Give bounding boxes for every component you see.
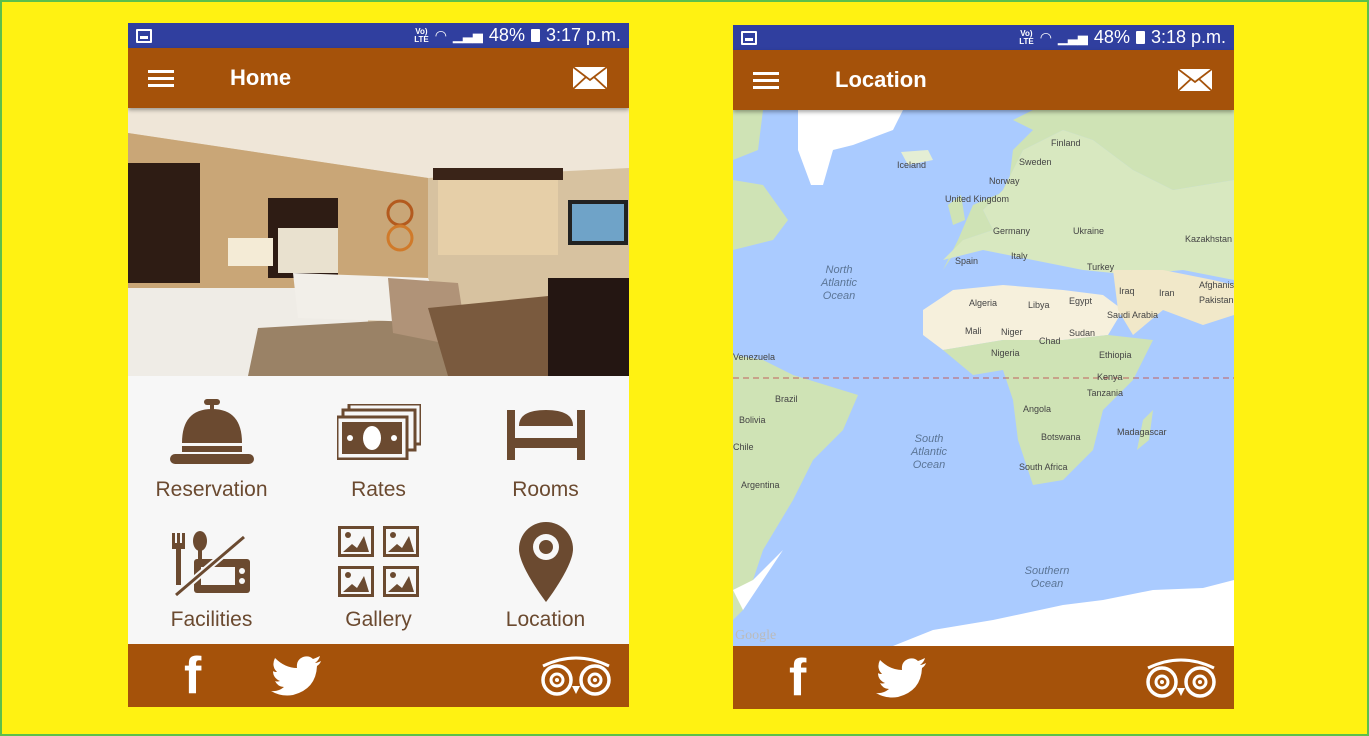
map-label: Nigeria [991,348,1020,358]
menu-item-gallery[interactable]: Gallery [295,520,462,650]
map-label: Sudan [1069,328,1096,338]
tripadvisor-icon[interactable] [537,656,615,696]
gallery-notification-icon [741,30,757,45]
hotel-room-photo [128,108,629,376]
clock: 3:18 p.m. [1150,27,1226,47]
map-pin-icon [518,522,573,602]
battery-percent: 48% [488,25,525,45]
map-label: Brazil [775,394,798,404]
facilities-icon [171,531,250,597]
menu-item-rooms[interactable]: Rooms [462,390,629,520]
world-map[interactable]: Iceland Finland Sweden Norway United Kin… [733,110,1234,646]
map-label: Chad [1039,336,1061,346]
map-label: Ethiopia [1099,350,1132,360]
map-label: Afghanistan [1199,280,1234,290]
menu-item-label: Location [505,608,586,631]
map-label: Ukraine [1073,226,1105,236]
map-label: Argentina [741,480,780,490]
menu-item-reservation[interactable]: Reservation [128,390,295,520]
hamburger-icon[interactable] [753,68,779,93]
map-label: Angola [1023,404,1052,414]
map-label: Niger [1001,327,1023,337]
ocean-label: Southern Ocean [1024,565,1070,590]
map-label: Germany [993,226,1031,236]
map-label: Madagascar [1117,427,1167,437]
map-label: Botswana [1041,432,1081,442]
map-label: Iran [1159,288,1175,298]
status-bar: Vo) LTE ◠ ▁▃▅ 48% 3:18 p.m. [733,25,1234,50]
app-bar: Location [733,50,1234,110]
map-label: Venezuela [733,352,776,362]
menu-item-label: Gallery [345,608,412,631]
battery-percent: 48% [1093,27,1130,47]
ocean-label: North Atlantic Ocean [820,264,858,302]
map-label: Egypt [1069,296,1093,306]
main-menu-grid: Reservation Rates Rooms Facilities Galle… [128,376,629,650]
tripadvisor-icon[interactable] [1142,658,1220,698]
hamburger-icon[interactable] [148,66,174,91]
menu-item-label: Facilities [170,608,253,631]
map-label: Mali [965,326,982,336]
home-screen: Vo) LTE ◠ ▁▃▅ 48% 3:17 p.m. Home Reserva… [128,23,629,707]
map-label: Norway [989,176,1020,186]
wifi-icon: ◠ [1039,29,1052,45]
menu-item-label: Reservation [155,478,268,501]
service-bell-icon [169,399,254,464]
page-title: Home [230,65,292,90]
gallery-notification-icon [136,28,152,43]
menu-item-label: Rooms [512,478,579,501]
mail-icon[interactable] [573,67,607,89]
facebook-icon[interactable]: f [184,650,201,702]
map-label: Bolivia [739,415,766,425]
menu-item-label: Rates [351,478,406,501]
status-bar: Vo) LTE ◠ ▁▃▅ 48% 3:17 p.m. [128,23,629,48]
map-label: Libya [1028,300,1050,310]
twitter-icon[interactable] [271,655,323,696]
map-label: Algeria [969,298,998,308]
map-label: Turkey [1087,262,1115,272]
battery-icon [530,29,540,42]
facebook-icon[interactable]: f [789,652,806,704]
app-bar: Home [128,48,629,108]
map-label: Chile [733,442,754,452]
map-label: Kazakhstan [1185,234,1233,244]
gallery-icon [337,526,419,597]
money-icon [336,404,421,460]
menu-item-facilities[interactable]: Facilities [128,520,295,650]
menu-item-location[interactable]: Location [462,520,629,650]
social-bar: f [733,646,1234,709]
clock: 3:17 p.m. [545,25,621,45]
volte-icon: Vo) LTE [1019,28,1034,46]
bed-icon [506,410,585,460]
map-label: Iceland [897,160,927,170]
signal-icon: ▁▃▅ [1057,29,1088,45]
map-label: Sweden [1019,157,1052,167]
map-label: Pakistan [1199,295,1234,305]
volte-icon: Vo) LTE [414,26,429,44]
wifi-icon: ◠ [434,27,447,43]
map-label: Spain [955,256,979,266]
menu-item-rates[interactable]: Rates [295,390,462,520]
map-label: Finland [1051,138,1081,148]
map-label: Saudi Arabia [1107,310,1159,320]
map-label: South Africa [1019,462,1068,472]
map-label: Kenya [1097,372,1123,382]
map-label: United Kingdom [945,194,1010,204]
signal-icon: ▁▃▅ [452,27,483,43]
ocean-label: South Atlantic Ocean [910,433,948,471]
location-screen: Vo) LTE ◠ ▁▃▅ 48% 3:18 p.m. Location Ice… [733,25,1234,709]
page-title: Location [835,67,927,92]
map-label: Italy [1011,251,1028,261]
map-label: Tanzania [1087,388,1124,398]
social-bar: f [128,644,629,707]
battery-icon [1135,31,1145,44]
google-attribution: Google [735,628,777,643]
mail-icon[interactable] [1178,69,1212,91]
twitter-icon[interactable] [876,657,928,698]
map-label: Iraq [1119,286,1135,296]
